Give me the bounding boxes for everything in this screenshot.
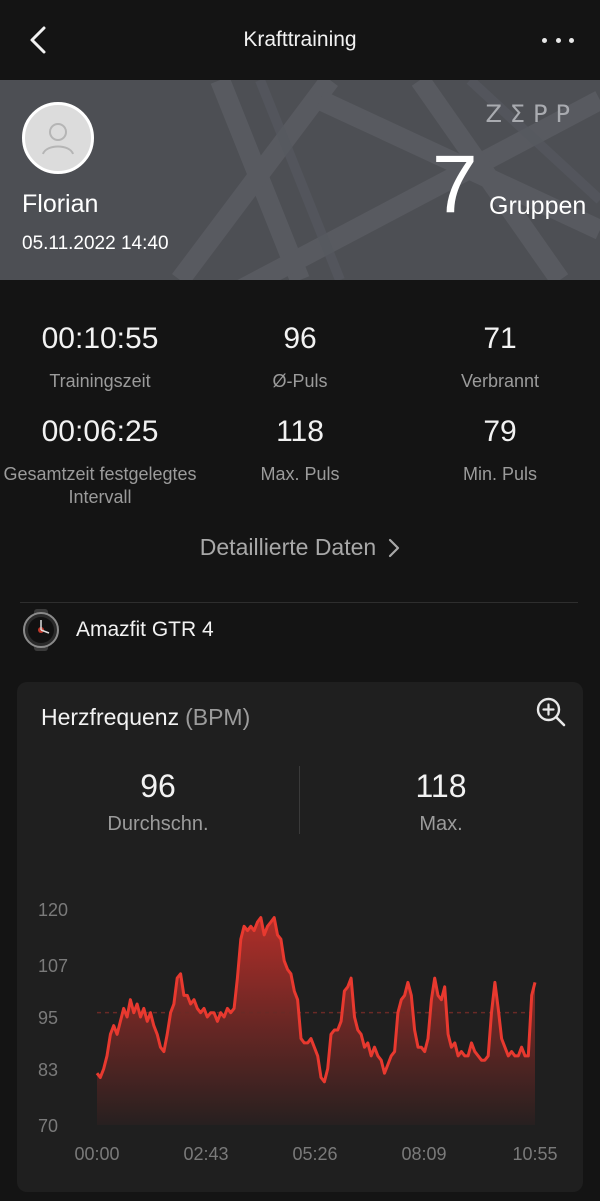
user-icon xyxy=(42,123,74,155)
stat-label: Trainingszeit xyxy=(49,371,151,391)
stat-value: 71 xyxy=(483,322,517,355)
x-tick-label: 08:09 xyxy=(401,1144,446,1164)
stat-calories: 71 Verbrannt xyxy=(400,322,600,393)
device-row[interactable]: Amazfit GTR 4 xyxy=(20,608,214,652)
zoom-in-button[interactable] xyxy=(535,696,567,728)
max-heart-rate-value: 118 xyxy=(415,768,467,804)
more-dot-icon xyxy=(569,37,574,43)
y-tick-label: 70 xyxy=(38,1116,58,1136)
avg-heart-rate: 96 Durchschn. xyxy=(17,768,299,836)
max-heart-rate-label: Max. xyxy=(419,813,463,835)
profile-header: Florian 05.11.2022 14:40 ZΣPP 7 Gruppen xyxy=(0,80,600,280)
detailed-data-link[interactable]: Detaillierte Daten xyxy=(0,534,600,561)
watch-icon xyxy=(20,609,62,651)
stat-avg-pulse: 96 Ø-Puls xyxy=(200,322,400,393)
avatar[interactable] xyxy=(22,102,94,174)
y-tick-label: 107 xyxy=(38,956,68,976)
detailed-data-label: Detaillierte Daten xyxy=(199,534,377,560)
stat-max-pulse: 118 Max. Puls xyxy=(200,415,400,486)
page-title: Krafttraining xyxy=(243,28,357,51)
brand-logo: ZΣPP xyxy=(485,100,578,128)
x-tick-label: 00:00 xyxy=(74,1144,119,1164)
stat-label: Ø-Puls xyxy=(272,371,328,391)
stat-value: 118 xyxy=(276,415,324,448)
stat-value: 96 xyxy=(283,322,317,355)
zoom-in-icon xyxy=(536,697,566,727)
user-name: Florian xyxy=(22,190,99,218)
groups-count: 7 xyxy=(432,139,478,230)
max-heart-rate: 118 Max. xyxy=(300,768,582,836)
x-tick-label: 10:55 xyxy=(512,1144,557,1164)
stat-label: Max. Puls xyxy=(260,464,340,484)
top-bar: Krafttraining xyxy=(0,0,600,80)
groups-label: Gruppen xyxy=(489,192,587,220)
y-tick-label: 95 xyxy=(38,1008,58,1028)
stat-value: 00:06:25 xyxy=(41,415,159,448)
card-title-unit: (BPM) xyxy=(185,704,251,730)
stat-label: Gesamtzeit festgelegtes Intervall xyxy=(3,464,197,507)
heart-rate-area xyxy=(97,917,535,1125)
workout-datetime: 05.11.2022 14:40 xyxy=(22,233,169,254)
more-options-button[interactable] xyxy=(542,30,574,50)
stat-min-pulse: 79 Min. Puls xyxy=(400,415,600,486)
more-dot-icon xyxy=(542,37,547,43)
more-dot-icon xyxy=(555,37,561,43)
divider xyxy=(20,602,578,603)
stat-training-time: 00:10:55 Trainingszeit xyxy=(0,322,200,393)
stat-value: 00:10:55 xyxy=(41,322,159,355)
heart-rate-chart[interactable]: 120 107 95 83 70 00:00 02:43 05:26 08:09 10:55 xyxy=(17,882,583,1182)
x-tick-label: 05:26 xyxy=(292,1144,337,1164)
y-tick-label: 83 xyxy=(38,1060,58,1080)
device-name: Amazfit GTR 4 xyxy=(76,618,214,641)
chevron-right-icon xyxy=(389,538,400,557)
heart-rate-card: Herzfrequenz (BPM) 96 Durchschn. 118 Max.… xyxy=(17,682,583,1192)
y-tick-label: 120 xyxy=(38,900,68,920)
card-title: Herzfrequenz (BPM) xyxy=(41,704,250,731)
avg-heart-rate-label: Durchschn. xyxy=(107,813,209,835)
stat-label: Verbrannt xyxy=(460,371,540,391)
card-title-text: Herzfrequenz xyxy=(41,704,180,730)
stat-value: 79 xyxy=(483,415,517,448)
x-tick-label: 02:43 xyxy=(183,1144,228,1164)
stat-interval-time: 00:06:25 Gesamtzeit festgelegtes Interva… xyxy=(0,415,200,509)
stat-label: Min. Puls xyxy=(462,464,538,484)
avg-heart-rate-value: 96 xyxy=(140,768,176,804)
